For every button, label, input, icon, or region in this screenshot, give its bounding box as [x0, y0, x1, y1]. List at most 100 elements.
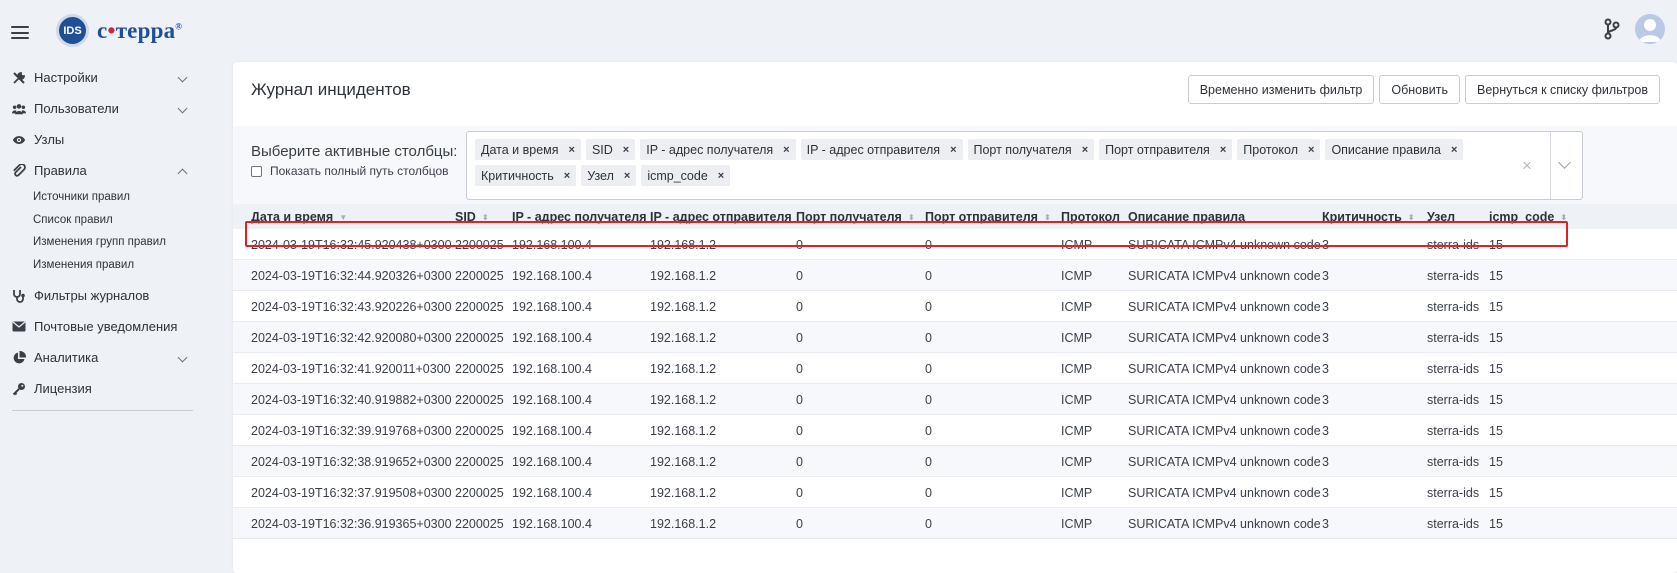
- sidebar-item-log-filters[interactable]: Фильтры журналов: [0, 280, 200, 311]
- col-dst-ip-cell: 192.168.100.4: [512, 362, 592, 376]
- table-row[interactable]: 2024-03-19T16:32:42.920080+0300 2200025 19…: [233, 322, 1677, 353]
- table-row[interactable]: 2024-03-19T16:32:44.920326+0300 2200025 19…: [233, 260, 1677, 291]
- sort-icon[interactable]: ⬍: [1044, 213, 1051, 222]
- remove-tag-icon[interactable]: ×: [569, 144, 575, 156]
- sidebar-item-nodes[interactable]: Узлы: [0, 124, 200, 155]
- sort-icon[interactable]: ⬍: [908, 213, 915, 222]
- table-row[interactable]: 2024-03-19T16:32:45.920438+0300 2200025 19…: [233, 229, 1677, 260]
- columns-multiselect[interactable]: Дата и время × SID × IP - адрес получателя × I…: [466, 131, 1583, 200]
- header-col-icmp-code[interactable]: icmp_code ⬍: [1489, 210, 1567, 224]
- col-src-port-cell: 0: [925, 269, 932, 283]
- remove-tag-icon[interactable]: ×: [1308, 144, 1314, 156]
- sidebar-subitem-rule-group-changes[interactable]: Изменения групп правил: [0, 231, 200, 254]
- chevron-down-icon: [177, 103, 188, 114]
- remove-tag-icon[interactable]: ×: [950, 144, 956, 156]
- header-col-src-ip[interactable]: IP - адрес отправителя: [650, 210, 792, 224]
- sidebar-item-settings[interactable]: Настройки: [0, 62, 200, 93]
- column-tag[interactable]: Протокол ×: [1237, 139, 1321, 160]
- sort-desc-icon[interactable]: ▼: [339, 213, 347, 222]
- hamburger-menu-icon[interactable]: [11, 26, 29, 39]
- col-protocol-cell: ICMP: [1061, 331, 1093, 345]
- header-col-severity[interactable]: Критичность ⬍: [1322, 210, 1415, 224]
- header-col-node[interactable]: Узел: [1427, 210, 1455, 224]
- logo[interactable]: IDS с•терра®: [56, 14, 182, 47]
- sidebar: Настройки Пользователи Узлы Правила Исто…: [0, 62, 200, 411]
- column-tag[interactable]: Критичность ×: [475, 165, 577, 186]
- col-dst-ip-cell: 192.168.100.4: [512, 300, 592, 314]
- table-row[interactable]: 2024-03-19T16:32:39.919768+0300 2200025 19…: [233, 415, 1677, 446]
- chevron-down-icon[interactable]: [1558, 156, 1571, 169]
- envelope-icon: [12, 320, 26, 334]
- sidebar-item-label: Узлы: [34, 132, 65, 147]
- table-row[interactable]: 2024-03-19T16:32:37.919508+0300 2200025 19…: [233, 477, 1677, 508]
- col-rule-desc-cell: SURICATA ICMPv4 unknown code: [1128, 300, 1321, 314]
- column-tag[interactable]: Дата и время ×: [475, 139, 581, 160]
- column-tag[interactable]: SID ×: [585, 139, 636, 160]
- sidebar-item-license[interactable]: Лицензия: [0, 373, 200, 404]
- column-tag[interactable]: IP - адрес получателя ×: [640, 139, 796, 160]
- column-tag[interactable]: Порт получателя ×: [967, 139, 1095, 160]
- remove-tag-icon[interactable]: ×: [1451, 144, 1457, 156]
- header-col-datetime[interactable]: Дата и время ▼: [251, 210, 347, 224]
- table-row[interactable]: 2024-03-19T16:32:41.920011+0300 2200025 19…: [233, 353, 1677, 384]
- user-avatar-icon[interactable]: [1635, 14, 1665, 44]
- temporary-change-filter-button[interactable]: Временно изменить фильтр: [1187, 75, 1375, 104]
- remove-tag-icon[interactable]: ×: [718, 170, 724, 182]
- header-label: Описание правила: [1128, 210, 1246, 224]
- clear-all-icon[interactable]: ×: [1522, 156, 1532, 176]
- users-icon: [12, 102, 26, 116]
- col-src-ip-cell: 192.168.1.2: [650, 424, 717, 438]
- sidebar-item-mail-notifications[interactable]: Почтовые уведомления: [0, 311, 200, 342]
- col-node-cell: sterra-ids: [1427, 455, 1480, 469]
- col-severity-cell: 3: [1322, 517, 1329, 531]
- sidebar-item-analytics[interactable]: Аналитика: [0, 342, 200, 373]
- remove-tag-icon[interactable]: ×: [783, 144, 789, 156]
- back-to-filters-button[interactable]: Вернуться к списку фильтров: [1464, 75, 1660, 104]
- col-icmp-code-cell: 15: [1489, 486, 1503, 500]
- column-tag[interactable]: Описание правила ×: [1325, 139, 1464, 160]
- table-row[interactable]: 2024-03-19T16:32:36.919365+0300 2200025 19…: [233, 508, 1677, 539]
- full-path-checkbox-row[interactable]: Показать полный путь столбцов: [251, 164, 449, 178]
- col-severity-cell: 3: [1322, 362, 1329, 376]
- header-col-rule-desc[interactable]: Описание правила: [1128, 210, 1245, 224]
- col-protocol-cell: ICMP: [1061, 300, 1093, 314]
- remove-tag-icon[interactable]: ×: [564, 170, 570, 182]
- col-src-port-cell: 0: [925, 300, 932, 314]
- sidebar-item-users[interactable]: Пользователи: [0, 93, 200, 124]
- col-src-port-cell: 0: [925, 424, 932, 438]
- column-tag[interactable]: Порт отправителя ×: [1099, 139, 1233, 160]
- col-severity-cell: 3: [1322, 331, 1329, 345]
- header-col-src-port[interactable]: Порт отправителя ⬍: [925, 210, 1051, 224]
- sidebar-subitem-rule-sources[interactable]: Источники правил: [0, 186, 200, 209]
- header-col-sid[interactable]: SID ⬍: [455, 210, 489, 224]
- column-tag[interactable]: Узел ×: [581, 165, 637, 186]
- column-tag[interactable]: IP - адрес отправителя ×: [800, 139, 963, 160]
- header-col-dst-ip[interactable]: IP - адрес получателя: [512, 210, 647, 224]
- table-row[interactable]: 2024-03-19T16:32:43.920226+0300 2200025 19…: [233, 291, 1677, 322]
- remove-tag-icon[interactable]: ×: [623, 144, 629, 156]
- full-path-checkbox[interactable]: [251, 165, 262, 177]
- eye-icon: [12, 133, 26, 147]
- col-icmp-code-cell: 15: [1489, 269, 1503, 283]
- sort-icon[interactable]: ⬍: [1560, 213, 1567, 222]
- git-branch-icon[interactable]: [1603, 18, 1621, 40]
- column-tag-label: SID: [591, 142, 613, 157]
- sidebar-subitem-rule-changes[interactable]: Изменения правил: [0, 254, 200, 277]
- header-col-protocol[interactable]: Протокол: [1061, 210, 1120, 224]
- header-col-dst-port[interactable]: Порт получателя ⬍: [796, 210, 915, 224]
- remove-tag-icon[interactable]: ×: [1220, 144, 1226, 156]
- sidebar-item-rules[interactable]: Правила: [0, 155, 200, 186]
- col-protocol-cell: ICMP: [1061, 362, 1093, 376]
- table-row[interactable]: 2024-03-19T16:32:40.919882+0300 2200025 19…: [233, 384, 1677, 415]
- stethoscope-icon: [12, 289, 26, 303]
- remove-tag-icon[interactable]: ×: [624, 170, 630, 182]
- sidebar-subitem-rule-list[interactable]: Список правил: [0, 209, 200, 232]
- sort-icon[interactable]: ⬍: [482, 213, 489, 222]
- table-row[interactable]: 2024-03-19T16:32:38.919652+0300 2200025 19…: [233, 446, 1677, 477]
- col-icmp-code-cell: 15: [1489, 331, 1503, 345]
- remove-tag-icon[interactable]: ×: [1082, 144, 1088, 156]
- column-tag[interactable]: icmp_code ×: [641, 165, 731, 186]
- refresh-button[interactable]: Обновить: [1379, 75, 1460, 104]
- sort-icon[interactable]: ⬍: [1408, 213, 1415, 222]
- page-title: Журнал инцидентов: [251, 80, 411, 99]
